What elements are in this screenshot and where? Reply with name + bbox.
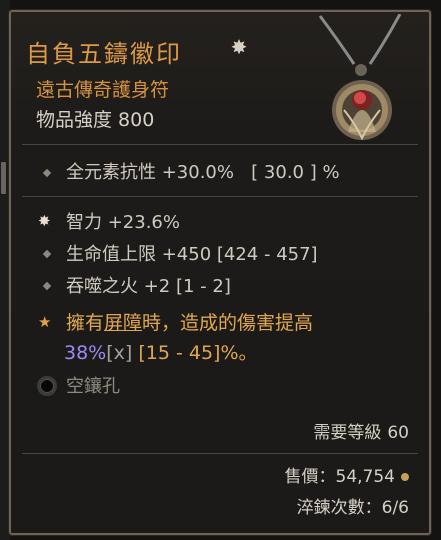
sell-price-text: 售價：54,754	[284, 467, 395, 487]
aspect-keyword-barrier: 屏障	[104, 312, 143, 334]
aspect-line-1: 擁有屏障時，造成的傷害提高	[66, 308, 313, 335]
temper-count: 淬鍊次數：6/6	[296, 498, 409, 518]
implicit-range: [ 30.0 ] %	[251, 162, 340, 183]
divider	[22, 144, 418, 145]
divider	[22, 196, 418, 197]
amulet-icon	[318, 14, 402, 141]
divider	[22, 453, 418, 454]
aspect-range: [15 - 45]%。	[138, 342, 258, 364]
item-name: 自負五鑄徽印	[26, 40, 182, 68]
affix-line: 吞噬之火 +2 [1 - 2]	[66, 276, 231, 297]
affix-line: 生命值上限 +450 [424 - 457]	[66, 244, 318, 265]
sell-price: 售價：54,754	[285, 462, 409, 487]
gold-coin-icon	[401, 473, 409, 481]
item-type: 遠古傳奇護身符	[36, 79, 170, 101]
aspect-value: 38%	[64, 342, 107, 364]
implicit-affix: 全元素抗性 +30.0% [ 30.0 ] %	[66, 158, 340, 184]
socket-label: 空鑲孔	[66, 376, 120, 397]
aspect-prefix: 擁有	[66, 312, 105, 334]
aspect-star-icon: ★	[38, 313, 52, 331]
item-power-value: 800	[118, 109, 155, 131]
left-edge-marker	[1, 162, 6, 194]
aspect-marker: [x]	[106, 342, 133, 364]
aspect-line-2: 38%[x] [15 - 45]%。	[64, 338, 258, 365]
empty-socket-icon	[37, 376, 57, 396]
aspect-suffix: 時，造成的傷害提高	[142, 312, 314, 334]
affix-line: 智力 +23.6%	[66, 212, 180, 233]
greater-affix-star-icon: ✸	[38, 212, 51, 230]
implicit-stat: 全元素抗性 +30.0%	[66, 162, 234, 183]
requirement-label: 需要等級	[313, 423, 382, 443]
requirement-value: 60	[387, 423, 409, 443]
item-power: 物品強度 800	[36, 105, 154, 132]
legendary-star-icon: ✸	[230, 35, 248, 59]
item-power-label: 物品強度	[36, 109, 113, 131]
level-requirement: 需要等級 60	[313, 418, 409, 443]
